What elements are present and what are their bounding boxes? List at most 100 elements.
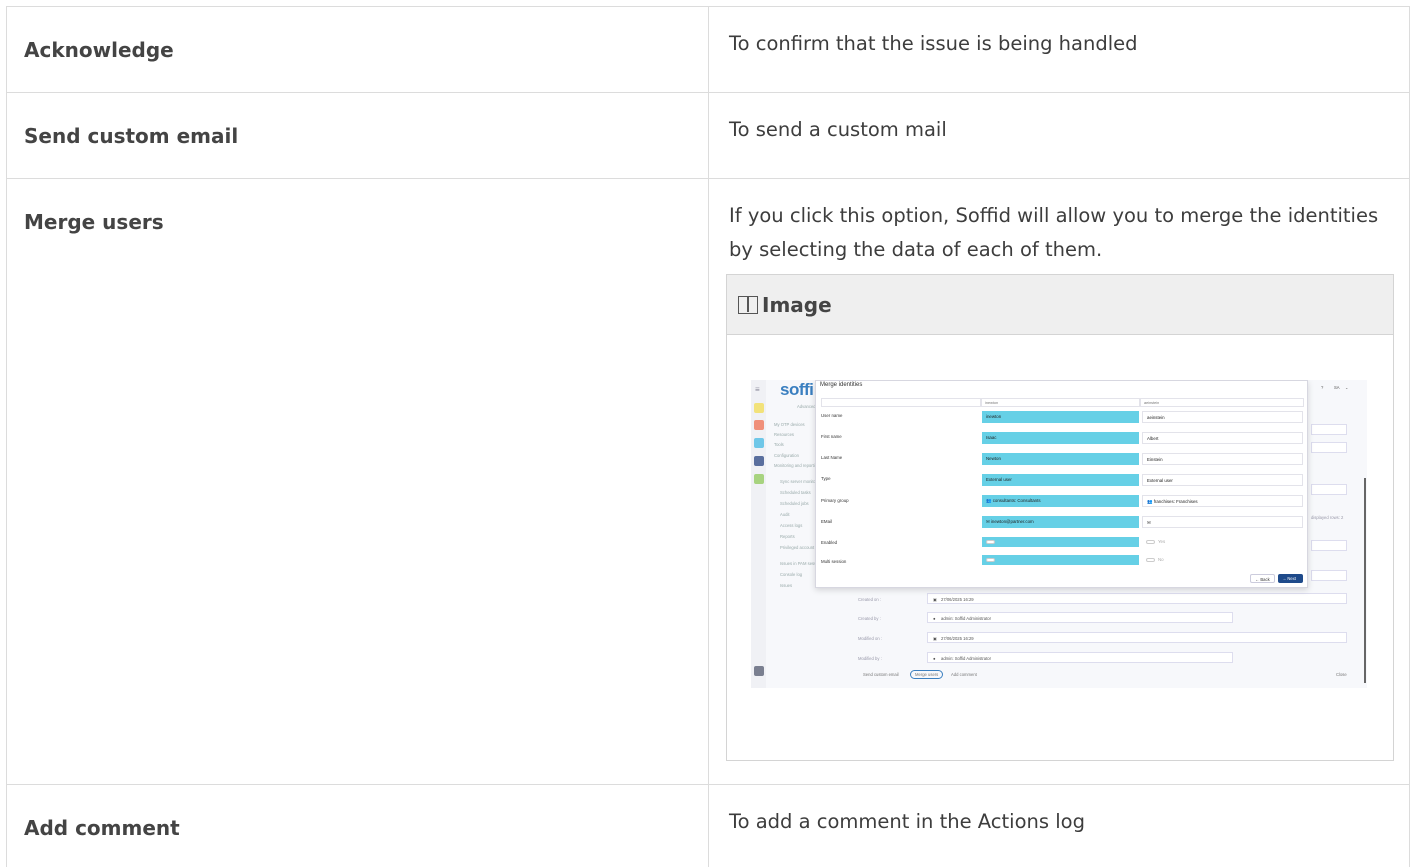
rail-chip xyxy=(754,666,764,676)
action-name: Send custom email xyxy=(6,92,709,179)
identity-a-value[interactable]: inewton xyxy=(982,411,1139,423)
scrollbar[interactable] xyxy=(1364,478,1366,683)
identity-a-value[interactable]: 👥 consultants: Consultants xyxy=(982,495,1139,507)
rail-chip xyxy=(754,456,764,466)
identity-b-value[interactable]: External user xyxy=(1142,474,1303,486)
bg-field xyxy=(1311,442,1347,453)
sidebar-item[interactable]: Scheduled tasks xyxy=(780,490,811,495)
action-description: To add a comment in the Actions log xyxy=(708,784,1410,867)
row-label: EMail xyxy=(821,519,832,524)
row-label: Enabled xyxy=(821,540,838,545)
sidebar-item[interactable]: Resources xyxy=(774,432,794,437)
identity-b-value[interactable]: ✉ xyxy=(1142,516,1303,528)
soffid-logo: soffi xyxy=(780,380,814,399)
sidebar-item[interactable]: Console log xyxy=(780,572,802,577)
action-name: Merge users xyxy=(6,178,709,785)
add-comment-button[interactable]: Add comment xyxy=(951,672,977,677)
button-label: Back xyxy=(1260,577,1270,582)
identity-b-value[interactable]: Yes xyxy=(1142,537,1303,547)
sidebar-item[interactable]: My OTP devices xyxy=(774,422,805,427)
sidebar-item[interactable]: Advanced xyxy=(797,404,816,409)
bg-field xyxy=(1311,570,1347,581)
user-icon: ● xyxy=(933,656,936,661)
button-label: Next xyxy=(1287,576,1296,581)
menu-icon: ≡ xyxy=(755,385,760,394)
toggle[interactable] xyxy=(1146,540,1155,544)
back-button[interactable]: ← Back xyxy=(1250,574,1275,583)
field-value: 27/06/2025 16:29 xyxy=(941,597,974,602)
cell-text: inewton@partner.com xyxy=(990,519,1034,524)
send-custom-email-button[interactable]: Send custom email xyxy=(863,672,899,677)
identity-b-value[interactable]: Albert xyxy=(1142,432,1303,444)
field-value: admin: Soffid Administrator xyxy=(941,656,991,661)
chevron-down-icon[interactable]: ⌄ xyxy=(1345,385,1349,390)
field-label: Created on : xyxy=(858,597,882,602)
action-description: If you click this option, Soffid will al… xyxy=(729,204,1379,261)
identity-b-value[interactable]: aeinstein xyxy=(1142,411,1303,423)
image-icon xyxy=(738,295,758,314)
toggle-label: No xyxy=(1158,557,1164,562)
rail-chip xyxy=(754,403,764,413)
close-button[interactable]: Close xyxy=(1336,672,1347,677)
merge-users-button[interactable]: Merge users xyxy=(910,670,944,679)
identity-a-value[interactable]: Isaac xyxy=(982,432,1139,444)
identity-a-value[interactable]: External user xyxy=(982,474,1139,486)
field-label: Modified on : xyxy=(858,636,882,641)
bg-field xyxy=(1311,424,1347,435)
identity-a-value[interactable]: No xyxy=(982,555,1139,565)
rail-chip xyxy=(754,438,764,448)
group-icon: 👥 xyxy=(1147,499,1154,504)
calendar-icon: ▣ xyxy=(933,636,937,641)
sidebar-item[interactable]: Scheduled jobs xyxy=(780,501,809,506)
calendar-icon: ▣ xyxy=(933,597,937,602)
table-row: Add comment To add a comment in the Acti… xyxy=(6,784,1410,867)
field-label: Created by : xyxy=(858,616,881,621)
identity-a-value[interactable]: ✉ inewton@partner.com xyxy=(982,516,1139,528)
modified-on-field xyxy=(927,632,1347,643)
user-icon: ● xyxy=(933,616,936,621)
column-header: aeinstein xyxy=(1140,398,1304,407)
merge-identities-screenshot: ≡ soffi Advanced My OTP devices Resource… xyxy=(751,380,1367,688)
sidebar-item[interactable]: Reports xyxy=(780,534,795,539)
toggle[interactable] xyxy=(1146,558,1155,562)
toggle[interactable] xyxy=(986,540,995,544)
identity-a-value[interactable]: Yes xyxy=(982,537,1139,547)
image-box-header: Image xyxy=(727,275,1393,335)
field-value: admin: Soffid Administrator xyxy=(941,616,991,621)
rail-chip xyxy=(754,420,764,430)
rail-chip xyxy=(754,474,764,484)
identity-b-value[interactable]: No xyxy=(1142,555,1303,565)
row-label: Multi session xyxy=(821,559,847,564)
row-label: Primary group xyxy=(821,498,849,503)
app-rail: ≡ xyxy=(751,380,766,688)
action-description: To confirm that the issue is being handl… xyxy=(708,6,1410,93)
action-description: To send a custom mail xyxy=(708,92,1410,179)
bg-field xyxy=(1311,484,1347,495)
sidebar-item[interactable]: Monitoring and reporting xyxy=(774,463,819,468)
sidebar-item[interactable]: Issues xyxy=(780,583,792,588)
identity-b-value[interactable]: Einstein xyxy=(1142,453,1303,465)
identity-a-value[interactable]: Newton xyxy=(982,453,1139,465)
cell-text: franchises: Franchises xyxy=(1153,499,1198,504)
help-icon[interactable]: ? xyxy=(1321,385,1323,390)
sidebar-item[interactable]: Tools xyxy=(774,442,784,447)
table-row: Acknowledge To confirm that the issue is… xyxy=(6,6,1410,93)
user-menu[interactable]: SA xyxy=(1334,385,1340,390)
image-box-title: Image xyxy=(762,292,832,317)
field-value: 27/06/2025 16:29 xyxy=(941,636,974,641)
sidebar-item[interactable]: Configuration xyxy=(774,453,799,458)
sidebar-item[interactable]: Audit xyxy=(780,512,790,517)
next-button[interactable]: → Next xyxy=(1278,574,1303,583)
row-label: First name xyxy=(821,434,842,439)
identity-b-value[interactable]: 👥 franchises: Franchises xyxy=(1142,495,1303,507)
table-row: Send custom email To send a custom mail xyxy=(6,92,1410,179)
merge-identities-dialog: Merge identities inewton aeinstein User … xyxy=(815,380,1308,588)
bg-field xyxy=(1311,540,1347,551)
row-label: User name xyxy=(821,413,843,418)
mail-icon: ✉ xyxy=(1147,520,1151,525)
column-header xyxy=(821,398,981,407)
sidebar-item[interactable]: Access logs xyxy=(780,523,802,528)
row-label: Last Name xyxy=(821,455,843,460)
row-label: Type xyxy=(821,476,831,481)
toggle[interactable] xyxy=(986,558,995,562)
